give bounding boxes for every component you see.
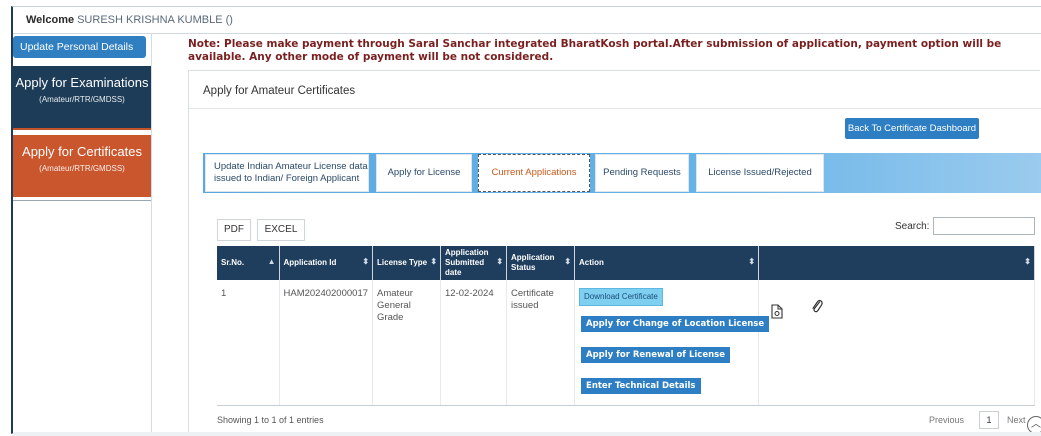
sort-icon: ⬍	[1024, 257, 1031, 266]
sidebar-cert-subtitle: (Amateur/RTR/GMDSS)	[39, 164, 125, 173]
col-sr-no[interactable]: Sr.No. ▲	[217, 246, 280, 280]
col-extra[interactable]: ⬍	[758, 246, 1035, 280]
sort-icon: ⬍	[748, 257, 756, 266]
cell-actions: Download Certificate Apply for Change of…	[574, 280, 770, 406]
panel-divider	[189, 108, 1041, 109]
renewal-button[interactable]: Apply for Renewal of License	[581, 347, 730, 363]
sidebar-border	[151, 34, 152, 434]
entries-info: Showing 1 to 1 of 1 entries	[217, 415, 324, 425]
document-view-icon[interactable]	[771, 304, 783, 323]
tab-current-applications[interactable]: Current Applications	[478, 154, 590, 192]
cell-attachments	[758, 280, 1035, 406]
col-application-id-label: Application Id	[283, 258, 337, 267]
bottom-strip	[13, 432, 1041, 436]
col-action[interactable]: Action ⬍	[574, 246, 760, 280]
welcome-bar: Welcome SURESH KRISHNA KUMBLE ()	[13, 7, 1041, 34]
sidebar-divider	[13, 200, 151, 201]
panel-title: Apply for Amateur Certificates	[203, 85, 356, 97]
col-submitted-date-label: Application Submitted date	[445, 248, 489, 277]
applications-table: Sr.No. ▲ Application Id ⬍ License Type ⬍ Ap…	[217, 246, 1035, 406]
pagination-previous[interactable]: Previous	[929, 415, 964, 425]
user-name: SURESH KRISHNA KUMBLE ()	[77, 14, 233, 26]
search-input[interactable]	[933, 217, 1035, 235]
welcome-label: Welcome	[26, 14, 75, 26]
cell-application-id: HAM202402000017	[279, 280, 374, 406]
col-submitted-date[interactable]: Application Submitted date ⬍	[440, 246, 508, 280]
update-personal-details-button[interactable]: Update Personal Details	[13, 36, 146, 72]
tab-update-license-data[interactable]: Update Indian Amateur License data issue…	[205, 154, 369, 192]
back-to-dashboard-button[interactable]: Back To Certificate Dashboard	[845, 118, 979, 139]
tabs-bar: Update Indian Amateur License data issue…	[203, 153, 1041, 193]
sidebar-exam-subtitle: (Amateur/RTR/GMDSS)	[39, 95, 125, 104]
pagination-next[interactable]: Next	[1007, 415, 1026, 425]
update-personal-details-label: Update Personal Details	[20, 41, 134, 53]
certificates-panel: Apply for Amateur Certificates Back To C…	[188, 70, 1041, 436]
sort-icon: ⬍	[496, 257, 504, 266]
cell-status: Certificate issued	[506, 280, 576, 406]
table-bottom-border	[217, 405, 1035, 406]
cell-sr: 1	[217, 280, 280, 406]
sort-icon: ⬍	[564, 257, 572, 266]
pagination-page-1[interactable]: 1	[979, 411, 999, 429]
sort-icon: ⬍	[430, 257, 438, 266]
tab-license-issued-rejected[interactable]: License Issued/Rejected	[696, 154, 824, 192]
payment-note: Note: Please make payment through Saral …	[188, 38, 1002, 63]
technical-details-button[interactable]: Enter Technical Details	[581, 378, 701, 394]
sidebar-item-examinations[interactable]: Apply for Examinations (Amateur/RTR/GMDS…	[13, 66, 151, 130]
col-license-type-label: License Type	[377, 258, 428, 267]
sidebar-exam-title: Apply for Examinations	[15, 75, 149, 90]
cell-submitted-date: 12-02-2024	[440, 280, 508, 406]
sort-asc-icon: ▲	[267, 257, 276, 266]
sort-icon: ⬍	[362, 257, 370, 266]
table-header-row: Sr.No. ▲ Application Id ⬍ License Type ⬍ Ap…	[217, 246, 1035, 280]
excel-button[interactable]: EXCEL	[257, 219, 305, 241]
col-license-type[interactable]: License Type ⬍	[372, 246, 442, 280]
download-certificate-button[interactable]: Download Certificate	[579, 288, 663, 306]
sidebar-cert-title: Apply for Certificates	[22, 144, 142, 159]
col-application-id[interactable]: Application Id ⬍	[279, 246, 374, 280]
paperclip-icon[interactable]	[811, 298, 823, 318]
col-action-label: Action	[579, 258, 604, 267]
sidebar-item-certificates[interactable]: Apply for Certificates (Amateur/RTR/GMDS…	[13, 135, 151, 197]
cell-license-type: Amateur General Grade	[372, 280, 442, 406]
col-application-status-label: Application Status	[511, 253, 555, 272]
col-sr-no-label: Sr.No.	[221, 258, 245, 267]
pdf-button[interactable]: PDF	[217, 219, 251, 241]
tab-apply-for-license[interactable]: Apply for License	[376, 154, 472, 192]
tab-pending-requests[interactable]: Pending Requests	[595, 154, 689, 192]
table-row: 1 HAM202402000017 Amateur General Grade …	[217, 280, 1035, 406]
search-label: Search:	[895, 221, 930, 232]
col-application-status[interactable]: Application Status ⬍	[506, 246, 576, 280]
change-location-button[interactable]: Apply for Change of Location License	[581, 316, 770, 332]
